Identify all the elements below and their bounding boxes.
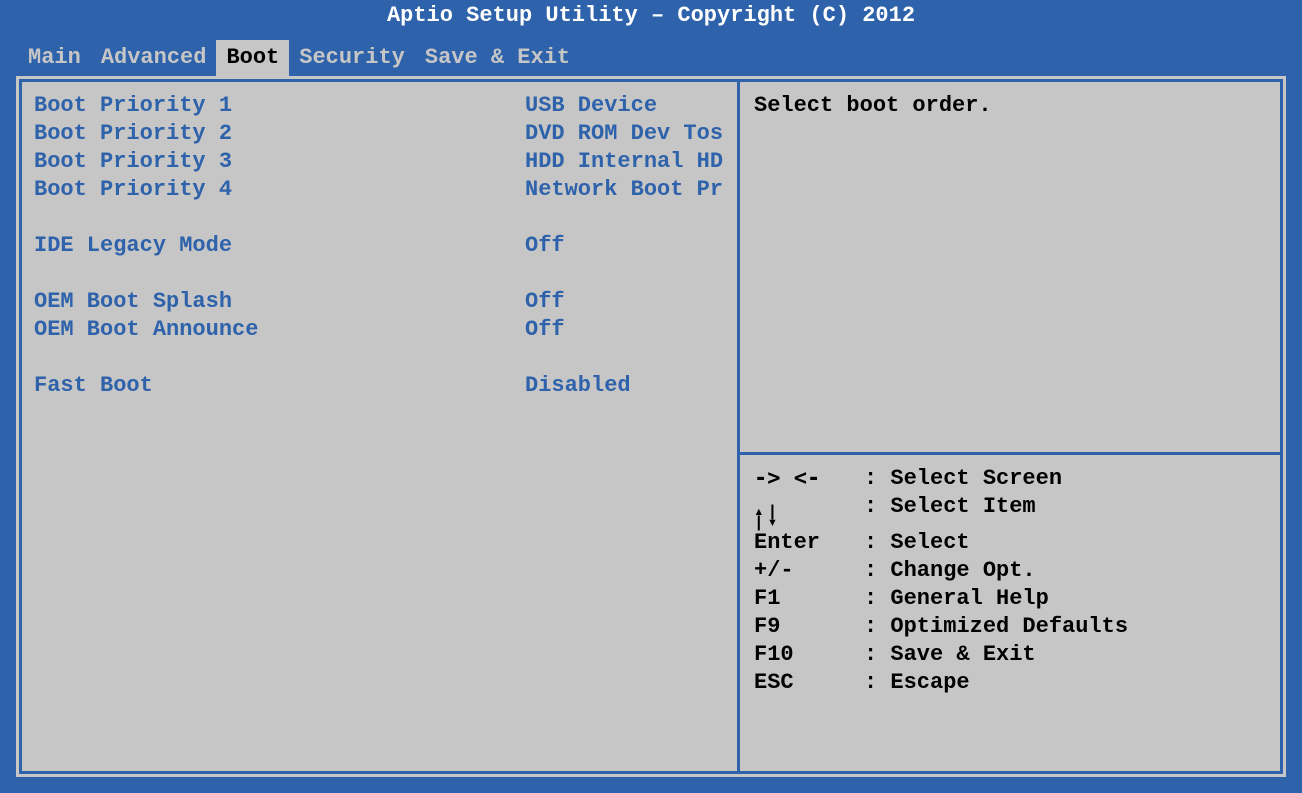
key-hint-row: -> <-: Select Screen — [754, 465, 1266, 493]
outer-frame: Boot Priority 1USB DeviceBoot Priority 2… — [16, 76, 1286, 777]
key-hint-row: F9: Optimized Defaults — [754, 613, 1266, 641]
key-hint-desc: : Optimized Defaults — [864, 613, 1266, 641]
setting-row-boot-priority-1[interactable]: Boot Priority 1USB Device — [34, 92, 725, 120]
arrows-left-right-icon: -> <- — [754, 465, 864, 493]
setting-value: DVD ROM Dev Tos — [525, 120, 725, 148]
setting-value: USB Device — [525, 92, 725, 120]
inner-frame: Boot Priority 1USB DeviceBoot Priority 2… — [19, 79, 1283, 774]
menu-tab-advanced[interactable]: Advanced — [91, 40, 217, 76]
setting-row-fast-boot[interactable]: Fast BootDisabled — [34, 372, 725, 400]
app-title: Aptio Setup Utility – Copyright (C) 2012 — [387, 3, 915, 28]
menu-tab-label: Boot — [226, 45, 279, 70]
setting-value: Disabled — [525, 372, 725, 400]
key-hint-desc: : Select Item — [864, 493, 1266, 529]
setting-row-ide-legacy-mode[interactable]: IDE Legacy ModeOff — [34, 232, 725, 260]
setting-value: Off — [525, 288, 725, 316]
setting-label: Boot Priority 2 — [34, 120, 525, 148]
menu-tab-label: Advanced — [101, 45, 207, 70]
setting-label: Fast Boot — [34, 372, 525, 400]
title-bar: Aptio Setup Utility – Copyright (C) 2012 — [0, 0, 1302, 40]
key-hint-desc: : General Help — [864, 585, 1266, 613]
key-hint-desc: : Escape — [864, 669, 1266, 697]
setting-label: OEM Boot Announce — [34, 316, 525, 344]
settings-pane: Boot Priority 1USB DeviceBoot Priority 2… — [22, 82, 740, 771]
setting-value: HDD Internal HD — [525, 148, 725, 176]
key-hint-key: +/- — [754, 557, 864, 585]
setting-row-oem-boot-splash[interactable]: OEM Boot SplashOff — [34, 288, 725, 316]
setting-label: Boot Priority 1 — [34, 92, 525, 120]
key-hint-row: F1: General Help — [754, 585, 1266, 613]
help-description-text: Select boot order. — [754, 93, 992, 118]
menu-tab-label: Security — [299, 45, 405, 70]
setting-value: Off — [525, 232, 725, 260]
key-hint-key: ▴||▾ — [754, 493, 864, 529]
menu-tab-boot[interactable]: Boot — [216, 40, 289, 76]
key-hint-key: F9 — [754, 613, 864, 641]
arrows-up-down-icon: ▴||▾ — [754, 507, 777, 529]
setting-row-oem-boot-announce[interactable]: OEM Boot AnnounceOff — [34, 316, 725, 344]
key-hint-desc: : Select Screen — [864, 465, 1266, 493]
menu-tab-save-exit[interactable]: Save & Exit — [415, 40, 580, 76]
key-hint-key: F10 — [754, 641, 864, 669]
menu-bar: Main Advanced Boot Security Save & Exit — [0, 40, 1302, 76]
setting-label: Boot Priority 4 — [34, 176, 525, 204]
help-description-pane: Select boot order. — [740, 82, 1280, 452]
setting-label: OEM Boot Splash — [34, 288, 525, 316]
key-hint-row: ▴||▾ : Select Item — [754, 493, 1266, 529]
key-hint-row: F10: Save & Exit — [754, 641, 1266, 669]
key-hint-desc: : Save & Exit — [864, 641, 1266, 669]
menu-tab-label: Save & Exit — [425, 45, 570, 70]
key-hint-row: ESC: Escape — [754, 669, 1266, 697]
key-hint-desc: : Select — [864, 529, 1266, 557]
setting-value: Off — [525, 316, 725, 344]
setting-label: IDE Legacy Mode — [34, 232, 525, 260]
key-hint-row: Enter: Select — [754, 529, 1266, 557]
key-hint-desc: : Change Opt. — [864, 557, 1266, 585]
blank-row — [34, 344, 725, 372]
menu-tab-label: Main — [28, 45, 81, 70]
setting-row-boot-priority-3[interactable]: Boot Priority 3HDD Internal HD — [34, 148, 725, 176]
blank-row — [34, 260, 725, 288]
bios-screen: Aptio Setup Utility – Copyright (C) 2012… — [0, 0, 1302, 793]
setting-row-boot-priority-4[interactable]: Boot Priority 4Network Boot Pr — [34, 176, 725, 204]
key-hints-pane: -> <-: Select Screen ▴||▾ : Select ItemEnt… — [740, 452, 1280, 771]
blank-row — [34, 204, 725, 232]
key-hint-key: ESC — [754, 669, 864, 697]
key-hint-key: Enter — [754, 529, 864, 557]
key-hint-row: +/-: Change Opt. — [754, 557, 1266, 585]
setting-label: Boot Priority 3 — [34, 148, 525, 176]
menu-tab-main[interactable]: Main — [18, 40, 91, 76]
setting-row-boot-priority-2[interactable]: Boot Priority 2DVD ROM Dev Tos — [34, 120, 725, 148]
menu-tab-security[interactable]: Security — [289, 40, 415, 76]
key-hint-key: F1 — [754, 585, 864, 613]
setting-value: Network Boot Pr — [525, 176, 725, 204]
